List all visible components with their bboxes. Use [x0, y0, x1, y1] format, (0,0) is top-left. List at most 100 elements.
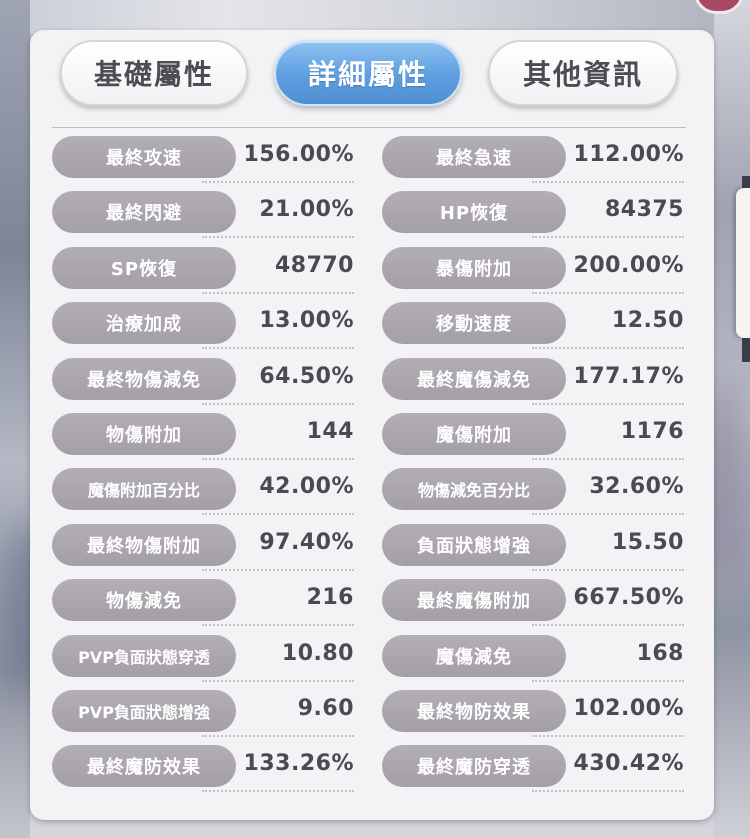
tab-other-info[interactable]: 其他資訊: [488, 40, 678, 106]
stat-value: 12.50: [611, 308, 684, 334]
stat-value: 133.26%: [243, 751, 354, 777]
dotted-separator: [532, 402, 684, 405]
stat-value: 10.80: [281, 640, 354, 666]
stat-item: 暴傷附加 200.00%: [382, 246, 684, 294]
stat-value: 177.17%: [573, 363, 684, 389]
background-top: [0, 0, 750, 34]
stat-item: 魔傷附加 1176: [382, 413, 684, 460]
stat-row: 治療加成 13.00% 移動速度 12.50: [52, 302, 692, 350]
stat-row: 最終物傷減免 64.50% 最終魔傷減免 177.17%: [52, 357, 692, 405]
dotted-separator: [532, 513, 684, 516]
stat-value: 42.00%: [259, 474, 354, 500]
stat-value: 144: [306, 419, 354, 444]
stat-value: 168: [636, 640, 684, 666]
tab-basic-attributes[interactable]: 基礎屬性: [60, 40, 248, 106]
stat-label: 物傷減免百分比: [382, 468, 566, 511]
stat-item: 最終魔防穿透 430.42%: [382, 745, 684, 793]
stat-item: 最終物防效果 102.00%: [382, 690, 684, 737]
stat-item: 物傷減免百分比 32.60%: [382, 468, 684, 516]
dotted-separator: [202, 735, 354, 737]
dotted-separator: [532, 568, 684, 571]
stat-label: PVP負面狀態增強: [52, 690, 236, 732]
stat-item: 物傷附加 144: [52, 413, 354, 460]
stat-item: 最終物傷減免 64.50%: [52, 357, 354, 405]
stat-label: 最終閃避: [52, 191, 236, 234]
stat-item: 移動速度 12.50: [382, 302, 684, 350]
dotted-separator: [532, 347, 684, 350]
stat-value: 48770: [274, 252, 354, 278]
stat-label: 最終魔防效果: [52, 745, 236, 788]
dotted-separator: [202, 679, 354, 682]
dotted-separator: [532, 679, 684, 682]
stat-item: 物傷減免 216: [52, 579, 354, 627]
stat-item: 最終物傷附加 97.40%: [52, 523, 354, 571]
stat-label: 最終物防效果: [382, 690, 566, 732]
attribute-panel: 基礎屬性 詳細屬性 其他資訊 最終攻速 156.00% 最終急速 112.00% 最終閃…: [30, 30, 714, 820]
stat-label: 治療加成: [52, 302, 236, 345]
stat-row: 最終魔防效果 133.26% 最終魔防穿透 430.42%: [52, 745, 692, 793]
dotted-separator: [202, 291, 354, 294]
stat-value: 97.40%: [259, 529, 354, 555]
stat-item: PVP負面狀態增強 9.60: [52, 690, 354, 737]
stat-value: 112.00%: [573, 142, 684, 167]
dotted-separator: [202, 402, 354, 405]
dotted-separator: [202, 568, 354, 571]
stat-value: 102.00%: [573, 696, 684, 721]
stat-value: 13.00%: [259, 308, 354, 334]
dotted-separator: [202, 790, 354, 793]
stat-item: 最終急速 112.00%: [382, 136, 684, 183]
background-left: [0, 0, 30, 838]
stat-label: SP恢復: [52, 246, 236, 289]
stat-row: 物傷減免 216 最終魔傷附加 667.50%: [52, 579, 692, 627]
stat-label: 負面狀態增強: [382, 523, 566, 566]
stat-label: 最終魔傷減免: [382, 357, 566, 400]
stat-row: 最終攻速 156.00% 最終急速 112.00%: [52, 136, 692, 183]
stat-row: 最終閃避 21.00% HP恢復 84375: [52, 191, 692, 239]
stat-item: SP恢復 48770: [52, 246, 354, 294]
stat-item: 最終魔防效果 133.26%: [52, 745, 354, 793]
stat-label: 魔傷減免: [382, 634, 566, 677]
dotted-separator: [202, 513, 354, 516]
stat-value: 200.00%: [573, 252, 684, 278]
stat-value: 21.00%: [259, 197, 354, 223]
stat-value: 15.50: [611, 529, 684, 555]
stat-item: 最終魔傷減免 177.17%: [382, 357, 684, 405]
dotted-separator: [532, 181, 684, 183]
dotted-separator: [532, 291, 684, 294]
stat-label: PVP負面狀態穿透: [52, 634, 236, 677]
stat-item: 最終閃避 21.00%: [52, 191, 354, 239]
stat-label: 最終物傷減免: [52, 357, 236, 400]
stat-row: 最終物傷附加 97.40% 負面狀態增強 15.50: [52, 523, 692, 571]
side-drawer-handle[interactable]: [736, 188, 750, 338]
tab-detailed-attributes[interactable]: 詳細屬性: [274, 40, 462, 106]
dotted-separator: [202, 458, 354, 460]
dotted-separator: [532, 458, 684, 460]
stat-label: 最終魔防穿透: [382, 745, 566, 788]
stat-value: 64.50%: [259, 363, 354, 389]
stat-item: PVP負面狀態穿透 10.80: [52, 634, 354, 682]
stat-label: 最終急速: [382, 136, 566, 178]
stat-label: HP恢復: [382, 191, 566, 234]
stat-label: 移動速度: [382, 302, 566, 345]
stat-value: 84375: [604, 197, 684, 223]
dotted-separator: [202, 236, 354, 239]
stat-row: PVP負面狀態增強 9.60 最終物防效果 102.00%: [52, 690, 692, 737]
stat-row: SP恢復 48770 暴傷附加 200.00%: [52, 246, 692, 294]
stat-item: 最終魔傷附加 667.50%: [382, 579, 684, 627]
stat-value: 667.50%: [573, 585, 684, 611]
stat-row: 物傷附加 144 魔傷附加 1176: [52, 413, 692, 460]
stat-value: 430.42%: [573, 751, 684, 777]
stat-label: 魔傷附加: [382, 413, 566, 455]
stat-item: 魔傷減免 168: [382, 634, 684, 682]
dotted-separator: [532, 624, 684, 627]
stat-value: 216: [306, 585, 354, 611]
stat-label: 魔傷附加百分比: [52, 468, 236, 511]
stat-label: 最終攻速: [52, 136, 236, 178]
stat-item: 負面狀態增強 15.50: [382, 523, 684, 571]
dotted-separator: [202, 347, 354, 350]
stat-item: 最終攻速 156.00%: [52, 136, 354, 183]
stat-value: 1176: [620, 419, 684, 444]
stat-item: 治療加成 13.00%: [52, 302, 354, 350]
stat-label: 最終物傷附加: [52, 523, 236, 566]
stat-item: HP恢復 84375: [382, 191, 684, 239]
